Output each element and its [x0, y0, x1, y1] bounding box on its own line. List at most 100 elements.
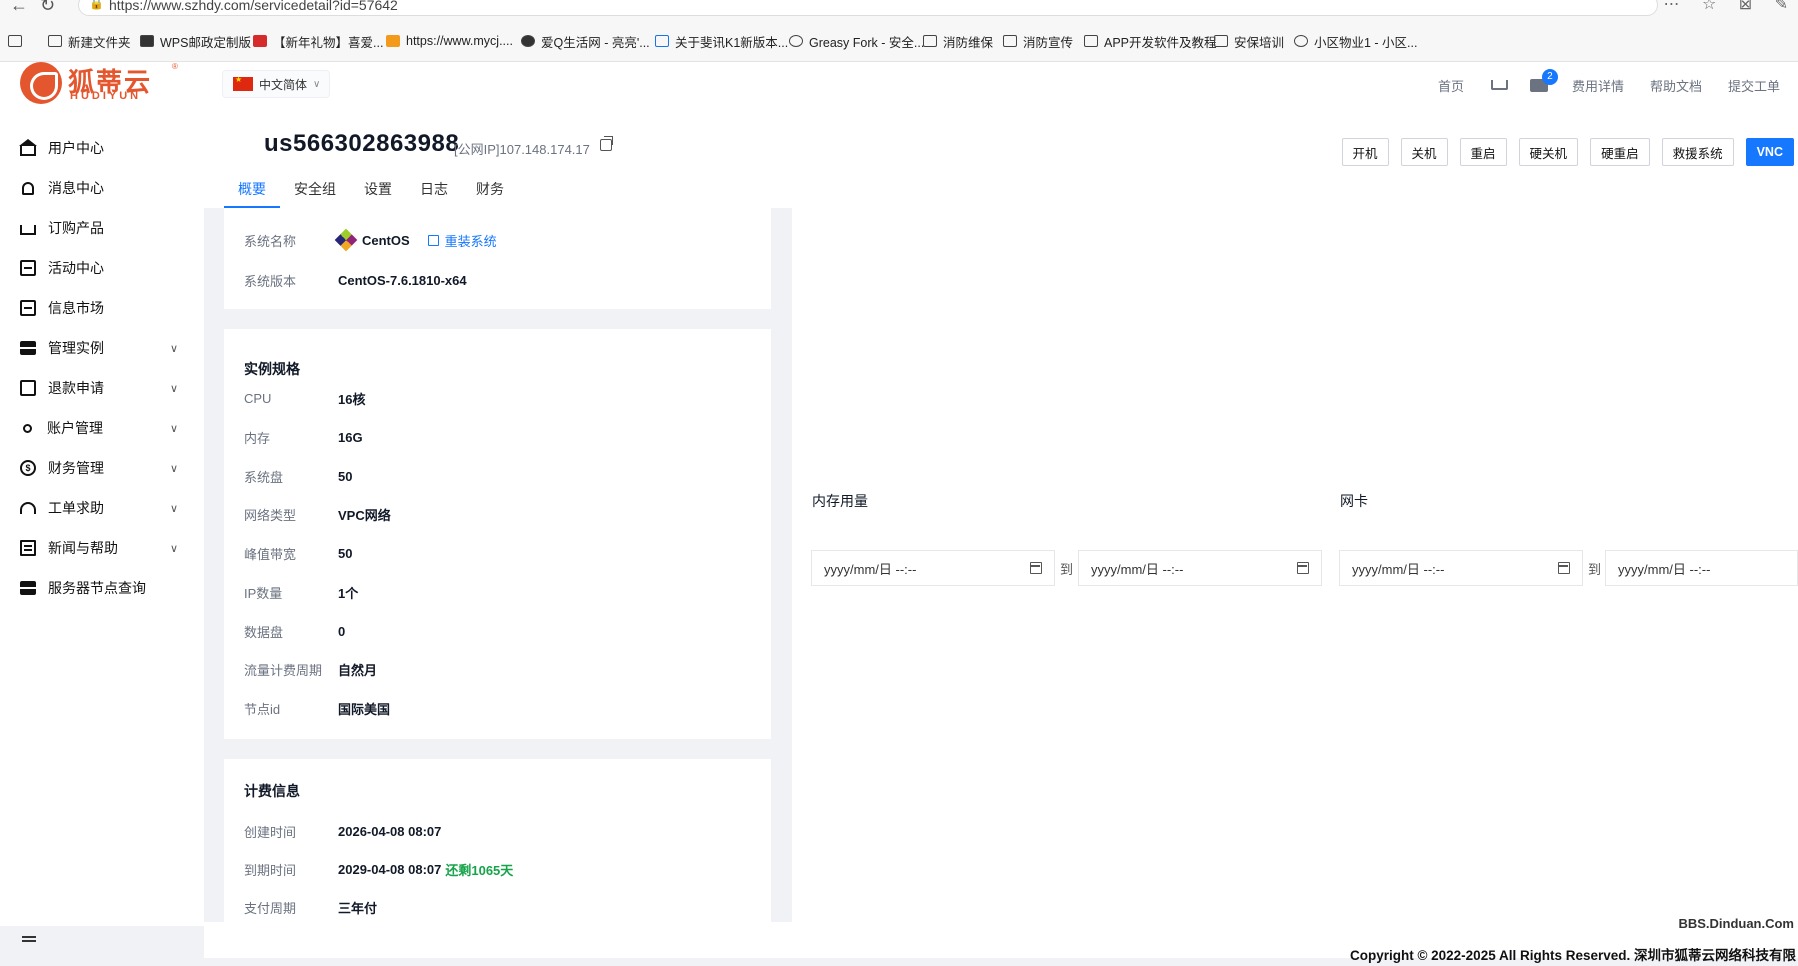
mail-icon[interactable]: 2	[1529, 68, 1558, 92]
nic-start-date-input[interactable]: yyyy/mm/日 --:--	[1339, 550, 1583, 586]
server-icon	[20, 341, 36, 355]
tab-settings[interactable]: 设置	[350, 178, 406, 208]
sidebar-item-user-center[interactable]: 用户中心	[19, 136, 190, 160]
folder-icon	[1003, 35, 1017, 47]
ticket-link[interactable]: 提交工单	[1728, 76, 1780, 95]
tab-finance[interactable]: 财务	[462, 178, 518, 208]
app-header: 狐蒂云 HUDIYUN ® 中文简体 ∨ 首页 2 费用详情 帮助文档 提交工单	[0, 62, 1798, 108]
sidebar-item-messages[interactable]: 消息中心	[20, 176, 190, 200]
china-flag-icon	[233, 75, 253, 91]
spec-row: IP数量 1个	[244, 585, 359, 601]
store-icon	[20, 300, 36, 316]
copyright: Copyright © 2022-2025 All Rights Reserve…	[1349, 948, 1796, 963]
bookmark-11[interactable]: 小区物业1 - 小区...	[1294, 30, 1417, 52]
chevron-down-icon: ∨	[169, 342, 178, 355]
bookmark-9[interactable]: APP开发软件及教程	[1084, 30, 1217, 52]
hard-reboot-button[interactable]: 硬重启	[1590, 138, 1650, 166]
language-select[interactable]: 中文简体 ∨	[222, 70, 330, 98]
back-arrow-icon[interactable]: ←	[10, 0, 28, 16]
bookmark-7[interactable]: 消防维保	[923, 30, 993, 52]
billing-link[interactable]: 费用详情	[1572, 76, 1624, 95]
home-icon	[19, 138, 37, 156]
orange-logo-icon	[386, 35, 400, 47]
calendar-icon[interactable]	[1558, 562, 1570, 574]
expire-row: 到期时间 2029-04-08 08:07 还剩1065天	[244, 861, 514, 878]
bookmark-8[interactable]: 消防宣传	[1003, 30, 1073, 52]
sidebar-item-refund[interactable]: 退款申请 ∨	[20, 376, 190, 400]
nic-end-date-input[interactable]: yyyy/mm/日 --:--	[1605, 550, 1798, 586]
watermark: BBS.Dinduan.Com	[1678, 916, 1794, 931]
tab-overview[interactable]: 概要	[224, 178, 280, 208]
bookmark-0[interactable]: 新建文件夹	[48, 30, 131, 52]
sidebar-item-finance[interactable]: $ 财务管理 ∨	[20, 456, 190, 480]
remaining-days: 还剩1065天	[445, 862, 514, 878]
power-on-button[interactable]: 开机	[1341, 138, 1389, 166]
more-icon[interactable]: ⋯	[1663, 0, 1679, 13]
chevron-down-icon: ∨	[313, 78, 321, 90]
chevron-down-icon: ∨	[169, 542, 178, 555]
instance-actions: 开机 关机 重启 硬关机 硬重启 救援系统 VNC	[1330, 138, 1794, 166]
bookmark-10[interactable]: 安保培训	[1214, 30, 1284, 52]
sidebar-item-account[interactable]: 账户管理 ∨	[20, 416, 190, 440]
power-off-button[interactable]: 关机	[1400, 138, 1448, 166]
bookmarks-bar: 新建文件夹 WPS邮政定制版 【新年礼物】喜爱... https://www.m…	[0, 30, 1798, 52]
address-url: https://www.szhdy.com/servicedetail?id=5…	[109, 0, 398, 13]
os-card: 系统名称 CentOS 重装系统 系统版本 CentOS-7.6.1810-x6…	[224, 208, 771, 309]
vnc-button[interactable]: VNC	[1745, 138, 1794, 166]
logo[interactable]: 狐蒂云 HUDIYUN ®	[20, 60, 178, 108]
sidebar-item-instances[interactable]: 管理实例 ∨	[20, 336, 190, 360]
spec-card: 实例规格 CPU 16核 内存 16G 系统盘 50 网络类型 VPC网络 峰值带宽 50…	[224, 329, 771, 739]
reinstall-system-link[interactable]: 重装系统	[427, 231, 497, 250]
memory-start-date-input[interactable]: yyyy/mm/日 --:--	[811, 550, 1055, 586]
bookmark-6[interactable]: Greasy Fork - 安全...	[789, 30, 924, 52]
sidebar-item-events[interactable]: 活动中心	[20, 256, 190, 280]
help-link[interactable]: 帮助文档	[1650, 76, 1702, 95]
folder-icon	[48, 35, 62, 47]
globe-icon	[789, 35, 803, 47]
sidebar-item-nodes[interactable]: 服务器节点查询	[20, 576, 190, 600]
sidebar-item-order[interactable]: 订购产品	[20, 216, 190, 240]
reload-icon[interactable]: ↻	[40, 0, 55, 16]
nic-label: 网卡	[1340, 493, 1368, 509]
bookmark-3[interactable]: https://www.mycj....	[386, 30, 513, 52]
bookmark-4[interactable]: 爱Q生活网 - 亮亮'...	[521, 30, 650, 52]
reboot-button[interactable]: 重启	[1459, 138, 1507, 166]
cart-icon	[20, 225, 36, 235]
bookmarks-menu-icon[interactable]	[8, 30, 28, 52]
memory-usage-label: 内存用量	[812, 493, 868, 509]
bookmark-5[interactable]: 关于斐讯K1新版本...	[655, 30, 788, 52]
range-to-label: 到	[1060, 562, 1074, 577]
instance-id: us566302863988	[264, 130, 460, 157]
sidebar-item-market[interactable]: 信息市场	[20, 296, 190, 320]
bookmark-2[interactable]: 【新年礼物】喜爱...	[253, 30, 383, 52]
centos-icon	[334, 228, 358, 252]
tabs: 概要 安全组 设置 日志 财务	[224, 178, 518, 208]
sidebar-item-tickets[interactable]: 工单求助 ∨	[20, 496, 190, 520]
address-bar[interactable]: 🔒 https://www.szhdy.com/servicedetail?id…	[78, 0, 1658, 16]
bookmark-1[interactable]: WPS邮政定制版	[140, 30, 251, 52]
folder-icon	[1084, 35, 1098, 47]
server-icon	[20, 581, 36, 595]
hard-off-button[interactable]: 硬关机	[1518, 138, 1579, 166]
instance-header: us566302863988 [公网IP]107.148.174.17 开机 关…	[204, 108, 1798, 208]
tab-logs[interactable]: 日志	[406, 178, 462, 208]
spec-row: 系统盘 50	[244, 468, 353, 485]
spec-row: 数据盘 0	[244, 623, 346, 640]
sidebar-collapse[interactable]	[0, 926, 204, 966]
puzzle-icon[interactable]: ✎	[1775, 0, 1788, 13]
info-column: 系统名称 CentOS 重装系统 系统版本 CentOS-7.6.1810-x6…	[224, 208, 771, 922]
calendar-icon[interactable]	[1030, 562, 1042, 574]
rescue-button[interactable]: 救援系统	[1661, 138, 1734, 166]
cart-icon[interactable]	[1490, 78, 1508, 92]
spec-row: 节点id 国际美国	[244, 701, 391, 717]
memory-end-date-input[interactable]: yyyy/mm/日 --:--	[1078, 550, 1322, 586]
home-link[interactable]: 首页	[1438, 76, 1464, 95]
star-icon[interactable]: ☆	[1702, 0, 1716, 13]
money-icon: $	[20, 460, 36, 476]
sidebar-item-news[interactable]: 新闻与帮助 ∨	[20, 536, 190, 560]
fox-logo-icon	[20, 62, 62, 104]
tab-security-group[interactable]: 安全组	[280, 178, 350, 208]
copy-icon[interactable]	[600, 136, 613, 151]
extension-icon[interactable]: ⊠	[1739, 0, 1752, 13]
calendar-icon[interactable]	[1297, 562, 1309, 574]
